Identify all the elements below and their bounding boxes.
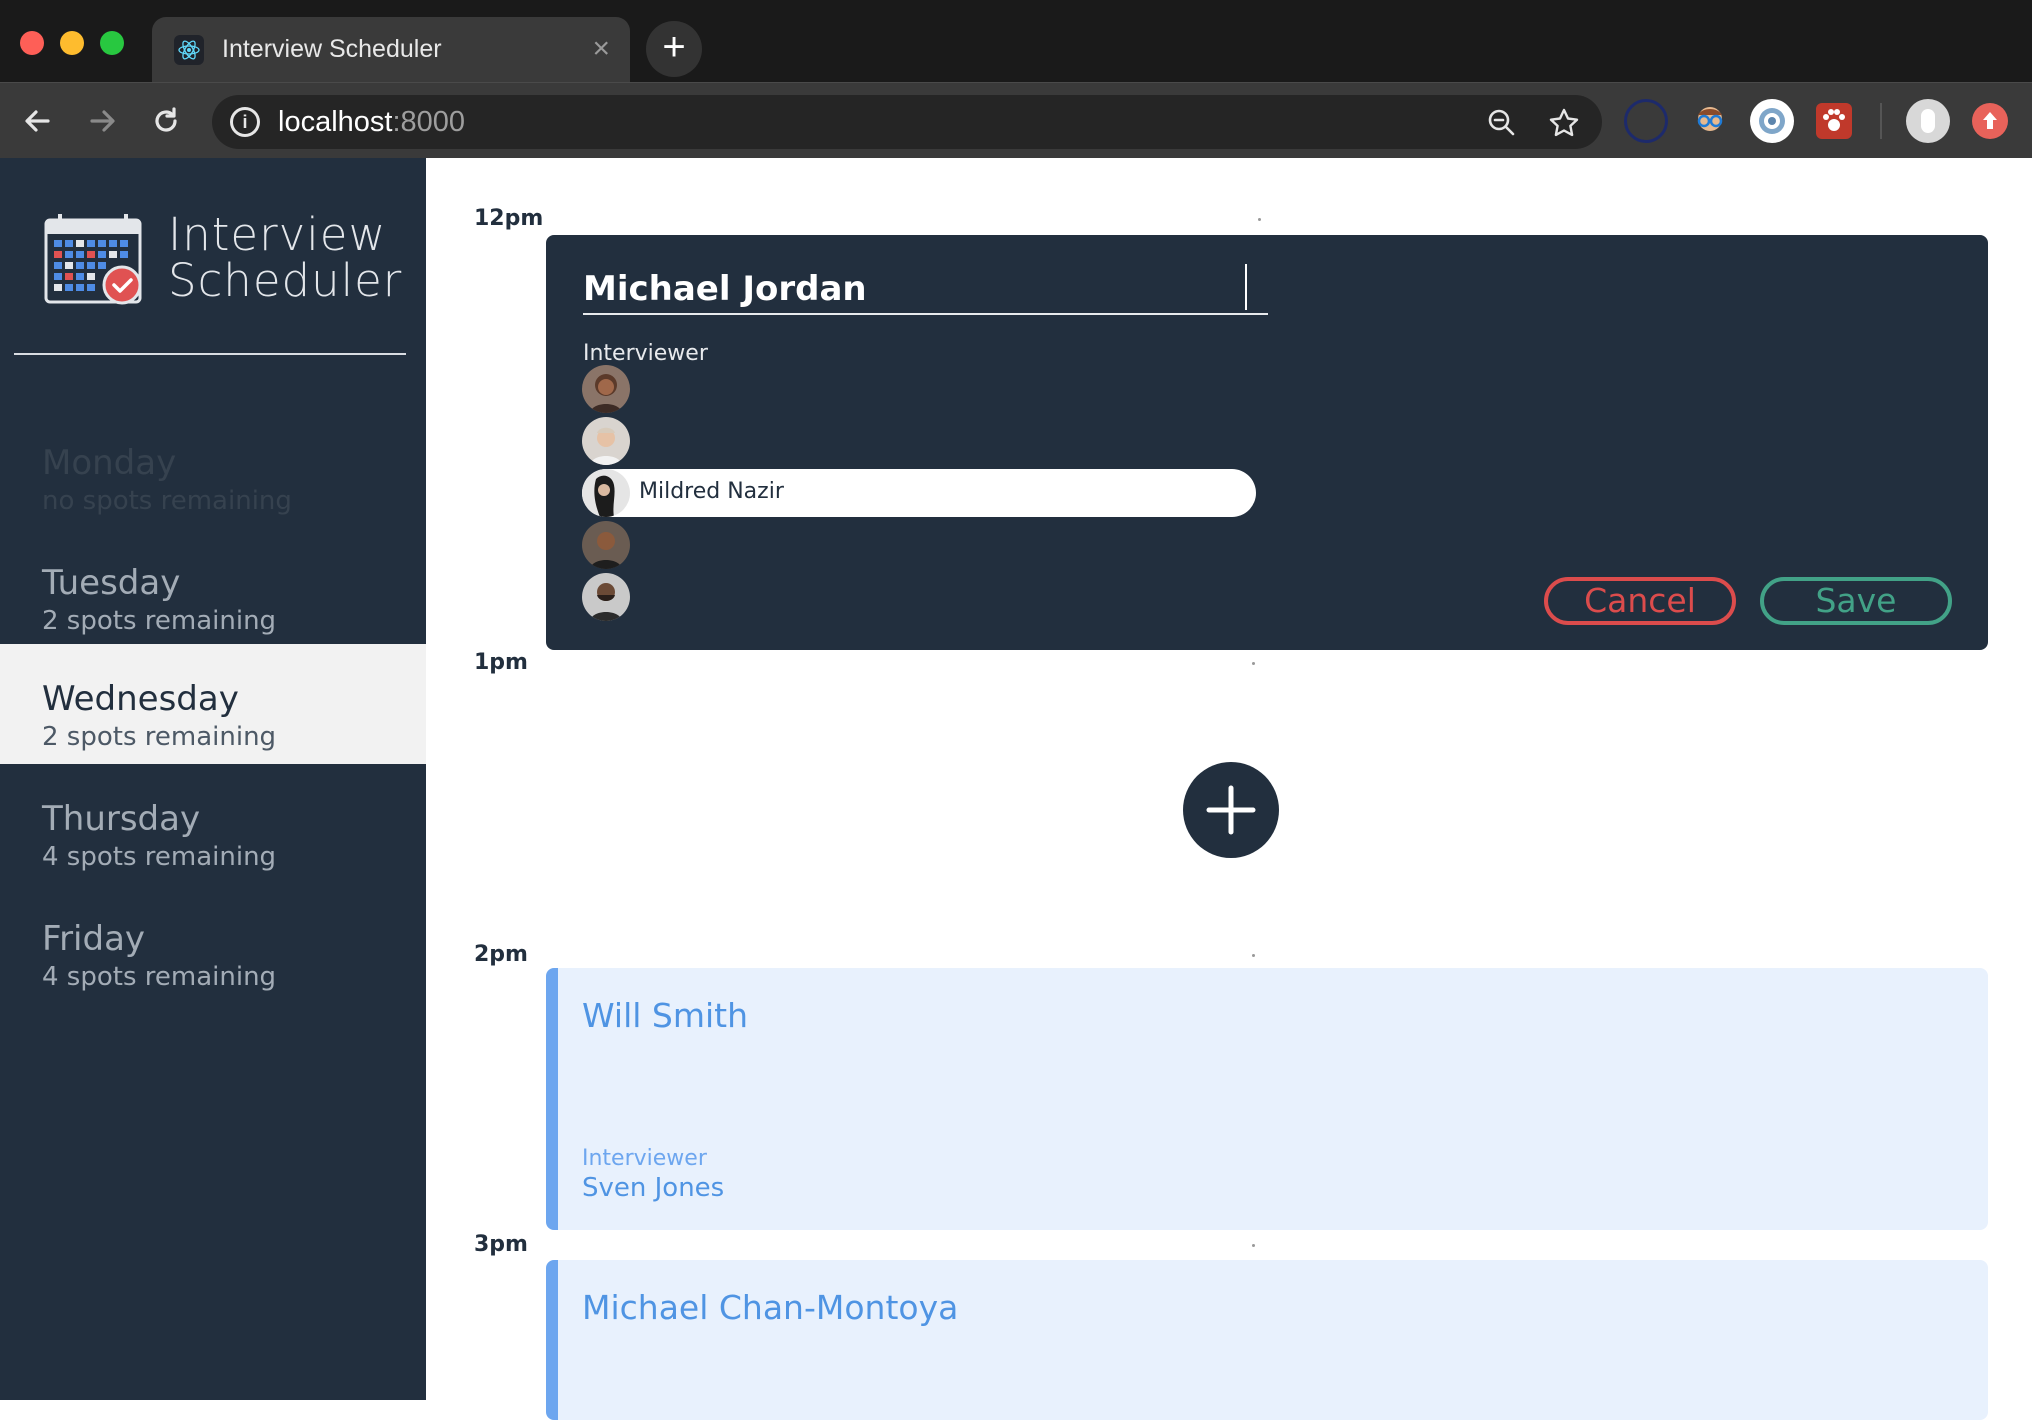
separator-dot xyxy=(1258,218,1261,221)
selected-interviewer-name: Mildred Nazir xyxy=(639,479,784,504)
appointment-interviewer: Sven Jones xyxy=(582,1173,725,1203)
day-name: Wednesday xyxy=(42,679,239,719)
day-item-thursday[interactable]: Thursday 4 spots remaining xyxy=(0,764,426,884)
url-text[interactable]: localhost:8000 xyxy=(278,106,465,139)
calendar-logo-icon xyxy=(44,212,144,313)
update-arrow-icon[interactable] xyxy=(1972,103,2008,139)
extension-ring-icon[interactable] xyxy=(1624,99,1668,143)
extension-glasses-icon[interactable] xyxy=(1688,99,1732,143)
sidebar-divider xyxy=(14,353,406,355)
react-icon xyxy=(174,35,204,65)
day-item-monday[interactable]: Monday no spots remaining xyxy=(0,408,426,528)
selected-interviewer[interactable]: Mildred Nazir xyxy=(582,469,1256,517)
day-spots: no spots remaining xyxy=(42,486,292,516)
appointment-student: Will Smith xyxy=(582,996,749,1035)
day-name: Thursday xyxy=(42,799,201,839)
day-item-friday[interactable]: Friday 4 spots remaining xyxy=(0,884,426,1004)
interviewer-avatar[interactable] xyxy=(582,417,630,465)
day-name: Tuesday xyxy=(42,563,181,603)
appointment-interviewer-label: Interviewer xyxy=(582,1146,707,1171)
interviewer-avatar[interactable] xyxy=(582,573,630,621)
appointment-card[interactable]: Michael Chan-Montoya xyxy=(546,1260,1988,1420)
tab-close-icon[interactable]: × xyxy=(592,31,610,67)
time-label-2pm: 2pm xyxy=(474,942,528,967)
schedule: 12pm Interviewer Mildred Nazir Cancel Sa… xyxy=(426,158,2032,1420)
add-appointment-button[interactable] xyxy=(1183,762,1279,858)
bookmark-star-icon[interactable] xyxy=(1546,105,1582,141)
extension-circle-icon[interactable] xyxy=(1750,99,1794,143)
browser-toolbar: i localhost:8000 xyxy=(0,82,2032,158)
app-logo-title: Interview Scheduler xyxy=(168,208,403,307)
sidebar: Interview Scheduler Monday no spots rema… xyxy=(0,158,426,1400)
forward-arrow-icon[interactable] xyxy=(82,101,122,141)
separator-dot xyxy=(1252,662,1255,665)
appointment-card[interactable]: Will Smith Interviewer Sven Jones xyxy=(546,968,1988,1230)
interviewer-avatar xyxy=(582,469,630,517)
new-tab-button[interactable]: + xyxy=(646,21,702,77)
browser-tab[interactable]: Interview Scheduler × xyxy=(152,17,630,82)
minimize-window-button[interactable] xyxy=(60,31,84,55)
day-item-wednesday[interactable]: Wednesday 2 spots remaining xyxy=(0,644,426,764)
zoom-icon[interactable] xyxy=(1484,105,1520,141)
profile-avatar-icon[interactable] xyxy=(1906,99,1950,143)
day-spots: 4 spots remaining xyxy=(42,962,277,992)
day-item-tuesday[interactable]: Tuesday 2 spots remaining xyxy=(0,528,426,648)
toolbar-divider xyxy=(1880,103,1882,139)
appointment-student: Michael Chan-Montoya xyxy=(582,1288,959,1327)
day-spots: 2 spots remaining xyxy=(42,606,277,636)
time-label-3pm: 3pm xyxy=(474,1232,528,1257)
extension-paw-icon[interactable] xyxy=(1816,103,1852,139)
interviewer-avatar[interactable] xyxy=(582,365,630,413)
browser-chrome: Interview Scheduler × + i localhost:8000 xyxy=(0,0,2032,158)
separator-dot xyxy=(1252,1244,1255,1247)
text-caret xyxy=(1245,264,1247,310)
interviewer-heading: Interviewer xyxy=(583,341,708,366)
appointment-form: Interviewer Mildred Nazir Cancel Save xyxy=(546,235,1988,650)
zoom-window-button[interactable] xyxy=(100,31,124,55)
day-spots: 2 spots remaining xyxy=(42,722,277,752)
back-arrow-icon[interactable] xyxy=(18,101,58,141)
student-name-input[interactable] xyxy=(583,255,1268,315)
cancel-button[interactable]: Cancel xyxy=(1544,577,1736,625)
day-spots: 4 spots remaining xyxy=(42,842,277,872)
tab-strip: Interview Scheduler × + xyxy=(0,0,2032,82)
time-label-12pm: 12pm xyxy=(474,206,544,231)
close-window-button[interactable] xyxy=(20,31,44,55)
interviewer-avatar[interactable] xyxy=(582,521,630,569)
save-button[interactable]: Save xyxy=(1760,577,1952,625)
time-label-1pm: 1pm xyxy=(474,650,528,675)
tab-title: Interview Scheduler xyxy=(222,35,442,63)
day-name: Monday xyxy=(42,443,177,483)
info-icon[interactable]: i xyxy=(230,107,260,137)
reload-icon[interactable] xyxy=(146,101,186,141)
plus-icon xyxy=(1206,785,1256,835)
separator-dot xyxy=(1252,954,1255,957)
address-bar[interactable]: i localhost:8000 xyxy=(212,95,1602,149)
day-name: Friday xyxy=(42,919,146,959)
